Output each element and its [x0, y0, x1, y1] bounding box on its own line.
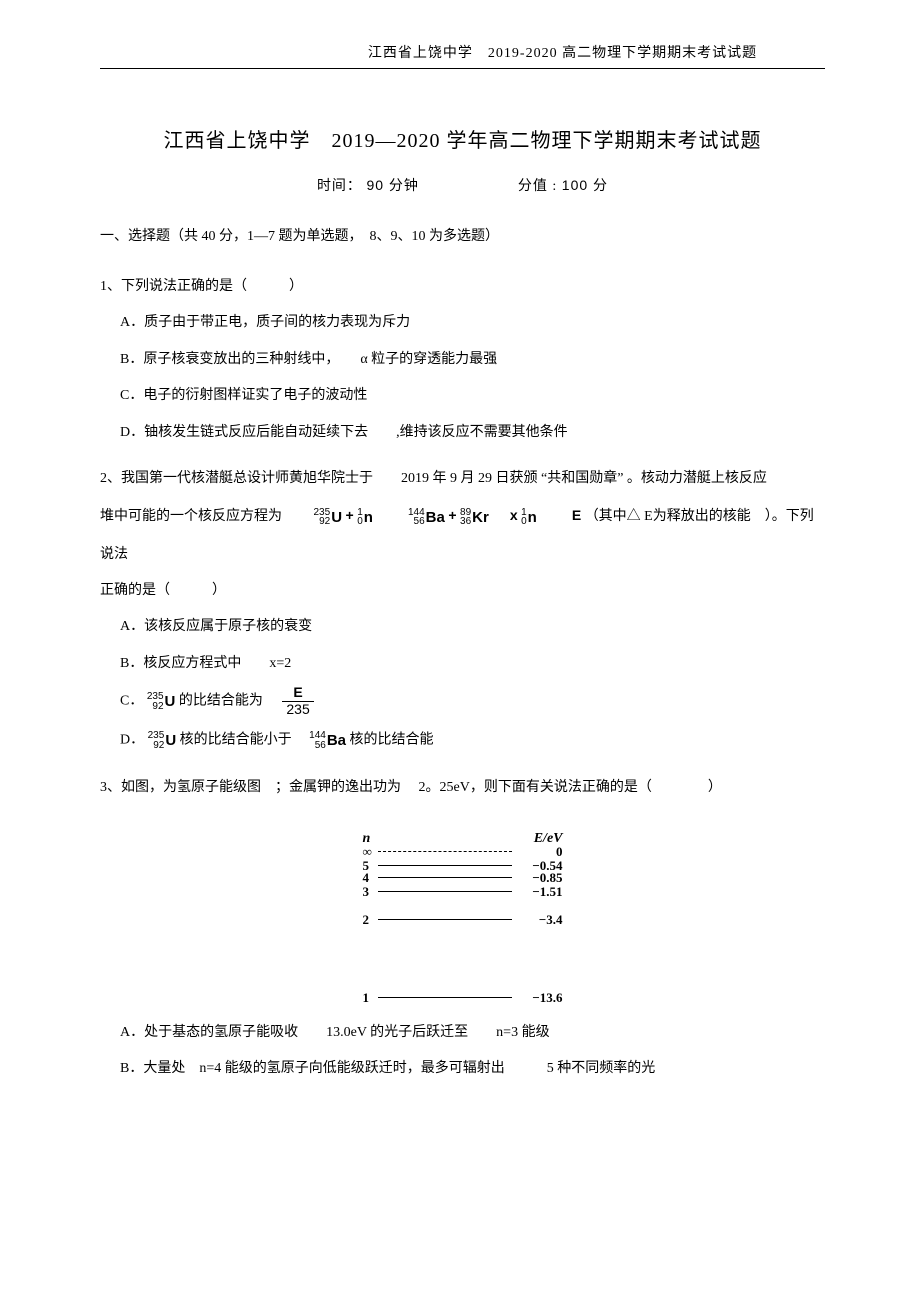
q2-stem-line2: 堆中可能的一个核反应方程为 23592U + 10n 14456Ba + 893… — [100, 497, 825, 573]
q1-option-c: C．电子的衍射图样证实了电子的波动性 — [120, 378, 825, 414]
q3-option-a: A．处于基态的氢原子能吸收 13.0eV 的光子后跃迁至 n=3 能级 — [120, 1015, 825, 1051]
u235b-z: 92 — [152, 702, 163, 712]
n2-sym: n — [528, 509, 537, 526]
q2-option-d: D． 23592U 核的比结合能小于 14456Ba 核的比结合能 — [120, 721, 825, 760]
isotope-n-2: 10n — [521, 498, 537, 537]
plus-2: + — [448, 507, 456, 523]
ba2-z: 56 — [315, 741, 326, 751]
q2-stem-line3: 正确的是（ ） — [100, 573, 825, 609]
n1: 1 — [363, 981, 377, 1015]
q3-stem: 3、如图，为氢原子能级图 ；金属钾的逸出功为 2。25eV，则下面有关说法正确的… — [100, 770, 825, 806]
u235c-sym: U — [165, 732, 176, 749]
isotope-u235-3: 23592U — [148, 721, 177, 760]
energy-level-diagram: n E/eV ∞ 0 5 −0.54 4 −0.85 3 −1.51 — [363, 825, 563, 993]
e2: −3.4 — [513, 903, 563, 937]
e-term: E — [572, 507, 581, 523]
u235c-z: 92 — [153, 741, 164, 751]
meta-line: 时间： 90 分钟 分值 : 100 分 — [100, 175, 825, 195]
header-rule — [100, 68, 825, 69]
x-term: x — [510, 507, 518, 523]
score-value: 100 分 — [562, 177, 608, 193]
isotope-u235-1: 23592U — [314, 498, 343, 537]
isotope-ba144: 14456Ba — [408, 498, 445, 537]
q2-c-pre: C． — [120, 694, 143, 709]
frac-num: E — [282, 685, 313, 701]
ba-sym: Ba — [426, 509, 445, 526]
time-value: 90 分钟 — [366, 177, 418, 193]
kr-z: 36 — [460, 517, 471, 527]
q1-option-b: B．原子核衰变放出的三种射线中， α 粒子的穿透能力最强 — [120, 342, 825, 378]
kr-sym: Kr — [472, 509, 489, 526]
q2-option-a: A．该核反应属于原子核的衰变 — [120, 609, 825, 645]
ba2-sym: Ba — [327, 732, 346, 749]
score-label: 分值 : — [518, 179, 557, 194]
ba-z: 56 — [414, 517, 425, 527]
q2-d-post: 核的比结合能 — [350, 733, 434, 748]
q1-stem: 1、下列说法正确的是（ ） — [100, 269, 825, 305]
n1-sym: n — [364, 509, 373, 526]
question-3: 3、如图，为氢原子能级图 ；金属钾的逸出功为 2。25eV，则下面有关说法正确的… — [100, 770, 825, 1087]
n2-z: 0 — [521, 517, 527, 527]
level-line-3 — [378, 891, 512, 892]
level-line-1 — [378, 997, 512, 998]
q2-d-pre: D． — [120, 733, 144, 748]
q1-option-d: D．铀核发生链式反应后能自动延续下去 ,维持该反应不需要其他条件 — [120, 415, 825, 451]
n1-z: 0 — [357, 517, 363, 527]
question-2: 2、我国第一代核潜艇总设计师黄旭华院士于 2019 年 9 月 29 日获颁 “… — [100, 461, 825, 760]
q2-stem-line1: 2、我国第一代核潜艇总设计师黄旭华院士于 2019 年 9 月 29 日获颁 “… — [100, 461, 825, 497]
level-2: 2 −3.4 — [363, 903, 563, 937]
q2-c-post: 的比结合能为 — [179, 694, 277, 709]
time-label: 时间： — [317, 179, 362, 194]
page-header: 江西省上饶中学 2019-2020 高二物理下学期期末考试试题 — [100, 42, 825, 62]
q2-stem-line2-pre: 堆中可能的一个核反应方程为 — [100, 509, 310, 524]
isotope-n-1: 10n — [357, 498, 373, 537]
isotope-u235-2: 23592U — [147, 682, 176, 721]
u235-z: 92 — [319, 517, 330, 527]
section-1-heading: 一、选择题（共 40 分，1—7 题为单选题， 8、9、10 为多选题） — [100, 223, 825, 251]
n2: 2 — [363, 903, 377, 937]
level-line-2 — [378, 919, 512, 920]
binding-energy-fraction: E 235 — [282, 685, 313, 718]
u235-sym: U — [331, 509, 342, 526]
u235b-sym: U — [165, 693, 176, 710]
level-1: 1 −13.6 — [363, 981, 563, 1015]
q1-option-a: A．质子由于带正电，质子间的核力表现为斥力 — [120, 305, 825, 341]
isotope-kr89: 8936Kr — [460, 498, 489, 537]
q2-d-mid: 核的比结合能小于 — [180, 733, 306, 748]
q2-option-b: B．核反应方程式中 x=2 — [120, 646, 825, 682]
q3-option-b: B．大量处 n=4 能级的氢原子向低能级跃迁时，最多可辐射出 5 种不同频率的光 — [120, 1051, 825, 1087]
isotope-ba144-2: 14456Ba — [309, 721, 346, 760]
document-title: 江西省上饶中学 2019—2020 学年高二物理下学期期末考试试题 — [100, 124, 825, 153]
q2-option-c: C． 23592U 的比结合能为 E 235 — [120, 682, 825, 721]
plus-1: + — [346, 507, 354, 523]
frac-den: 235 — [282, 702, 313, 718]
question-1: 1、下列说法正确的是（ ） A．质子由于带正电，质子间的核力表现为斥力 B．原子… — [100, 269, 825, 451]
e1: −13.6 — [513, 981, 563, 1015]
